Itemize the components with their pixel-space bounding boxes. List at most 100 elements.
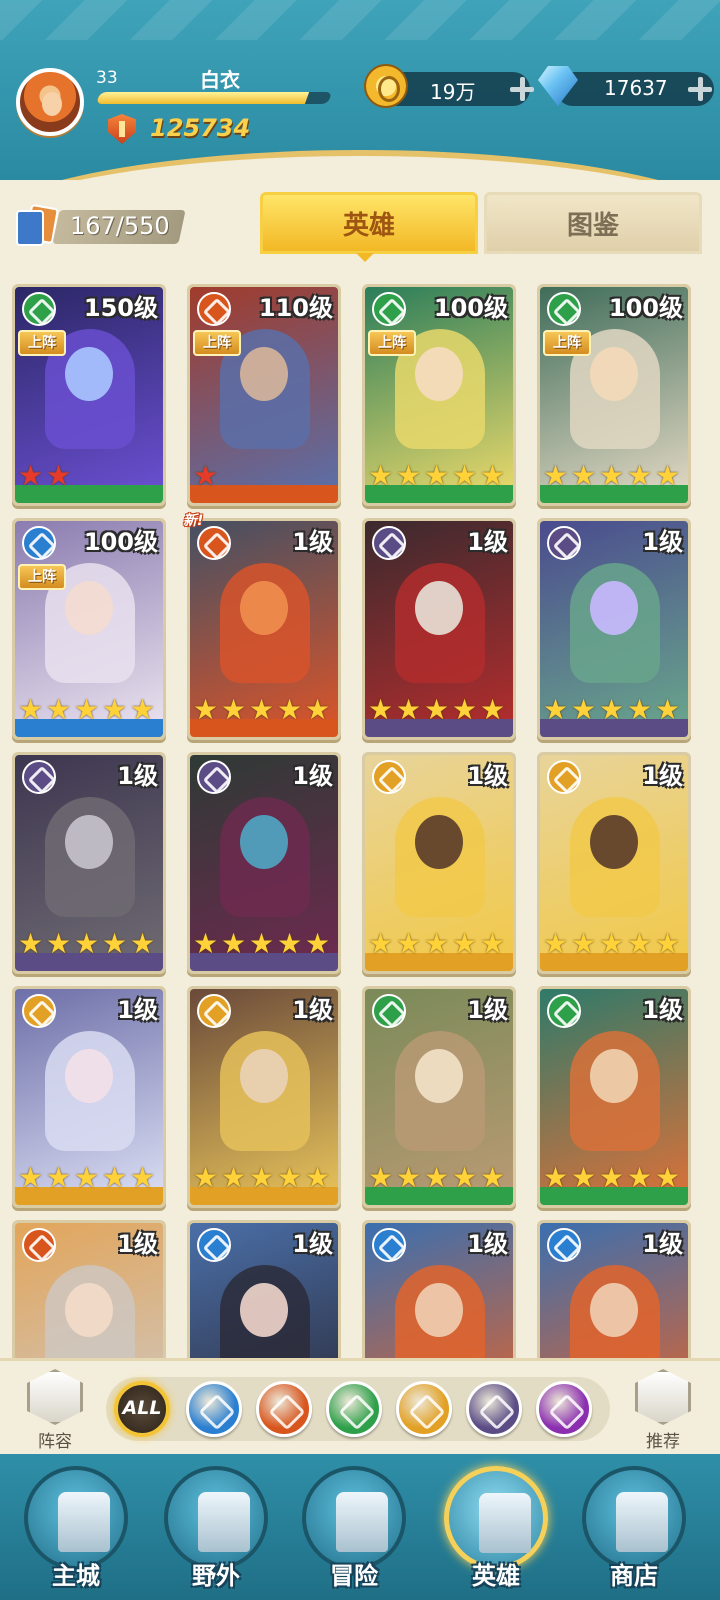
star-icon: ★ <box>424 1161 450 1194</box>
star-icon: ★ <box>452 927 478 960</box>
hero-grid: 150级 上阵 ★ ★ 110级 上阵 ★ 100级 上阵 ★ ★ ★ ★ ★ 100级 上阵 ★ ★ ★ ★ ★ 100… <box>0 262 720 1358</box>
hero-face <box>415 581 463 635</box>
hero-card[interactable]: 1级 ★ ★ ★ ★ ★ <box>187 752 341 974</box>
star-icon: ★ <box>193 693 219 726</box>
star-icon: ★ <box>130 693 156 726</box>
hero-card[interactable]: 新! 1级 ★ ★ ★ ★ ★ <box>183 513 341 740</box>
hero-face <box>590 1049 638 1103</box>
hero-card[interactable]: 100级 上阵 ★ ★ ★ ★ ★ <box>362 284 516 506</box>
hero-face <box>65 1049 113 1103</box>
star-rating: ★ ★ ★ ★ ★ <box>18 930 158 958</box>
hero-card[interactable]: 1级 ★ ★ ★ ★ ★ <box>362 752 516 974</box>
nav-circle <box>24 1466 128 1570</box>
filter-void-button[interactable] <box>536 1381 592 1437</box>
hero-level: 150级 <box>83 294 158 322</box>
hero-level: 1级 <box>642 1230 683 1258</box>
star-icon: ★ <box>571 927 597 960</box>
nav-portal[interactable]: 野外 <box>160 1466 272 1592</box>
hero-level: 1级 <box>642 528 683 556</box>
add-gold-button[interactable] <box>510 77 534 101</box>
star-icon: ★ <box>249 693 275 726</box>
hero-card[interactable]: 100级 上阵 ★ ★ ★ ★ ★ <box>537 284 691 506</box>
hero-card[interactable]: 1级 <box>362 1220 516 1358</box>
hero-card[interactable]: 1级 <box>12 1220 166 1358</box>
star-rating: ★ ★ ★ ★ ★ <box>543 930 683 958</box>
star-icon: ★ <box>221 693 247 726</box>
hero-level: 1级 <box>642 762 683 790</box>
hero-card[interactable]: 1级 ★ ★ ★ ★ ★ <box>187 986 341 1208</box>
hero-level: 1级 <box>292 1230 333 1258</box>
star-icon: ★ <box>480 693 506 726</box>
nav-label: 野外 <box>192 1562 240 1590</box>
hero-face <box>415 347 463 401</box>
hero-face <box>590 815 638 869</box>
star-rating: ★ ★ ★ ★ ★ <box>193 696 333 724</box>
star-icon: ★ <box>221 1161 247 1194</box>
hero-card[interactable]: 1级 <box>187 1220 341 1358</box>
hero-card[interactable]: 1级 ★ ★ ★ ★ ★ <box>12 986 166 1208</box>
nav-castle[interactable]: 主城 <box>20 1466 132 1592</box>
recommend-button[interactable]: 推荐 <box>624 1369 702 1452</box>
knight-helmet-icon <box>479 1493 531 1553</box>
star-icon: ★ <box>102 927 128 960</box>
hero-level: 1级 <box>467 762 508 790</box>
nav-sword[interactable]: 冒险 <box>298 1466 410 1592</box>
exp-bar <box>95 92 333 104</box>
deployed-badge: 上阵 <box>193 330 241 356</box>
star-icon: ★ <box>627 1161 653 1194</box>
deployed-badge: 上阵 <box>18 330 66 356</box>
tab-heroes[interactable]: 英雄 <box>260 192 478 254</box>
star-rating: ★ ★ ★ ★ ★ <box>193 930 333 958</box>
hero-card[interactable]: 100级 上阵 ★ ★ ★ ★ ★ <box>12 518 166 740</box>
star-icon: ★ <box>424 459 450 492</box>
hero-card[interactable]: 1级 ★ ★ ★ ★ ★ <box>362 986 516 1208</box>
star-icon: ★ <box>627 459 653 492</box>
star-icon: ★ <box>655 1161 681 1194</box>
tab-codex[interactable]: 图鉴 <box>484 192 702 254</box>
filter-wind-button[interactable] <box>326 1381 382 1437</box>
filter-fire-button[interactable] <box>256 1381 312 1437</box>
star-icon: ★ <box>655 693 681 726</box>
light-faction-icon <box>22 994 56 1028</box>
water-faction-icon <box>372 1228 406 1262</box>
hero-face <box>240 815 288 869</box>
hero-card[interactable]: 1级 <box>537 1220 691 1358</box>
hero-card[interactable]: 1级 ★ ★ ★ ★ ★ <box>537 752 691 974</box>
hero-card[interactable]: 1级 ★ ★ ★ ★ ★ <box>537 518 691 740</box>
nav-shop[interactable]: 商店 <box>578 1466 690 1592</box>
hero-card[interactable]: 1级 ★ ★ ★ ★ ★ <box>537 986 691 1208</box>
faction-filter-bar: 阵容 ALL 推荐 <box>0 1358 720 1454</box>
deployed-badge: 上阵 <box>543 330 591 356</box>
hero-card[interactable]: 1级 ★ ★ ★ ★ ★ <box>362 518 516 740</box>
star-icon: ★ <box>74 1161 100 1194</box>
filter-water-button[interactable] <box>186 1381 242 1437</box>
hero-face <box>590 581 638 635</box>
star-rating: ★ ★ ★ ★ ★ <box>193 1164 333 1192</box>
hero-level: 1级 <box>292 528 333 556</box>
water-faction-icon <box>22 526 56 560</box>
hero-card[interactable]: 150级 上阵 ★ ★ <box>12 284 166 506</box>
nav-label: 商店 <box>610 1562 658 1590</box>
filter-dark-button[interactable] <box>466 1381 522 1437</box>
hero-card[interactable]: 110级 上阵 ★ <box>187 284 341 506</box>
wind-faction-icon <box>372 292 406 326</box>
add-gems-button[interactable] <box>688 77 712 101</box>
hero-level: 100级 <box>433 294 508 322</box>
nav-label: 冒险 <box>330 1562 378 1590</box>
gold-amount: 19万 <box>430 80 476 104</box>
lineup-button[interactable]: 阵容 <box>16 1369 94 1452</box>
star-icon: ★ <box>452 1161 478 1194</box>
nav-knight-helmet[interactable]: 英雄 <box>440 1466 552 1592</box>
filter-light-button[interactable] <box>396 1381 452 1437</box>
hero-level: 100级 <box>83 528 158 556</box>
combat-power: 125734 <box>150 114 251 142</box>
star-icon: ★ <box>655 459 681 492</box>
hero-level: 1级 <box>117 996 158 1024</box>
hero-face <box>65 347 113 401</box>
hero-face <box>240 347 288 401</box>
player-avatar[interactable] <box>16 68 84 136</box>
star-icon: ★ <box>599 927 625 960</box>
star-rating: ★ ★ ★ ★ ★ <box>543 696 683 724</box>
star-icon: ★ <box>368 1161 394 1194</box>
hero-card[interactable]: 1级 ★ ★ ★ ★ ★ <box>12 752 166 974</box>
